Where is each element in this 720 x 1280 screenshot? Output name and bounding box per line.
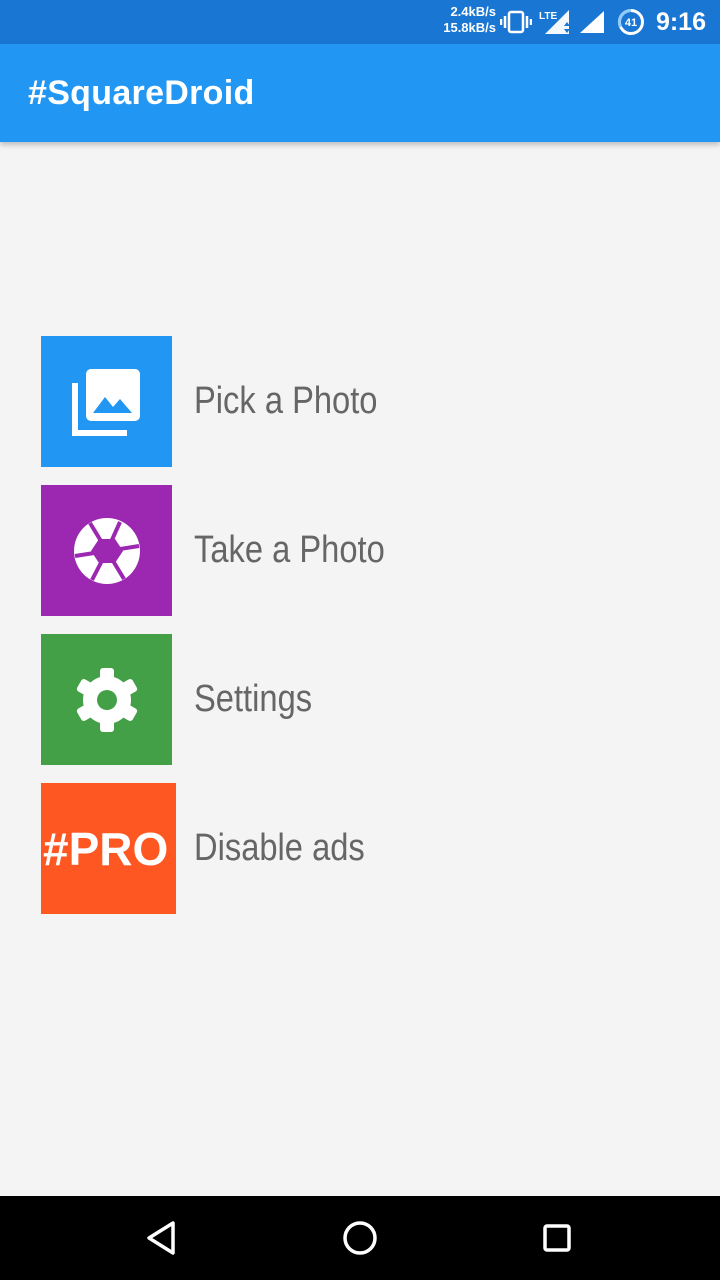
- gear-icon: [76, 667, 137, 732]
- pro-badge: #PRO: [41, 783, 176, 914]
- pick-photo-tile: [41, 336, 172, 467]
- camera-shutter-icon: [73, 517, 140, 584]
- cell-signal-icon: [580, 11, 604, 33]
- network-speed: 2.4kB/s 15.8kB/s: [416, 4, 496, 36]
- disable-ads-label: Disable ads: [194, 827, 365, 869]
- home-icon[interactable]: [339, 1217, 381, 1259]
- app-title: #SquareDroid: [28, 74, 255, 112]
- take-photo-label: Take a Photo: [194, 529, 385, 571]
- battery-level: 41: [625, 17, 637, 29]
- settings-tile: [41, 634, 172, 765]
- vibrate-icon: [500, 10, 532, 34]
- status-bar: 2.4kB/s 15.8kB/s LTE 41 9:16: [0, 0, 720, 44]
- pick-photo-label: Pick a Photo: [194, 380, 378, 422]
- clock: 9:16: [655, 8, 706, 36]
- network-type: LTE: [539, 11, 557, 22]
- navigation-bar: [0, 1196, 720, 1280]
- take-photo-button[interactable]: Take a Photo: [41, 485, 681, 616]
- download-speed: 15.8kB/s: [443, 20, 496, 35]
- settings-button[interactable]: Settings: [41, 634, 681, 765]
- battery-icon: 41: [617, 8, 644, 35]
- pro-badge-text: #PRO: [43, 822, 169, 875]
- upload-speed: 2.4kB/s: [450, 4, 496, 19]
- lte-signal-icon: LTE: [539, 10, 570, 34]
- photo-library-icon: [71, 368, 140, 436]
- disable-ads-button[interactable]: #PRO Disable ads: [41, 783, 681, 914]
- settings-label: Settings: [194, 678, 313, 720]
- pick-photo-button[interactable]: Pick a Photo: [41, 336, 681, 467]
- take-photo-tile: [41, 485, 172, 616]
- back-icon[interactable]: [140, 1217, 182, 1259]
- app-bar: #SquareDroid: [0, 44, 720, 142]
- recents-icon[interactable]: [536, 1217, 578, 1259]
